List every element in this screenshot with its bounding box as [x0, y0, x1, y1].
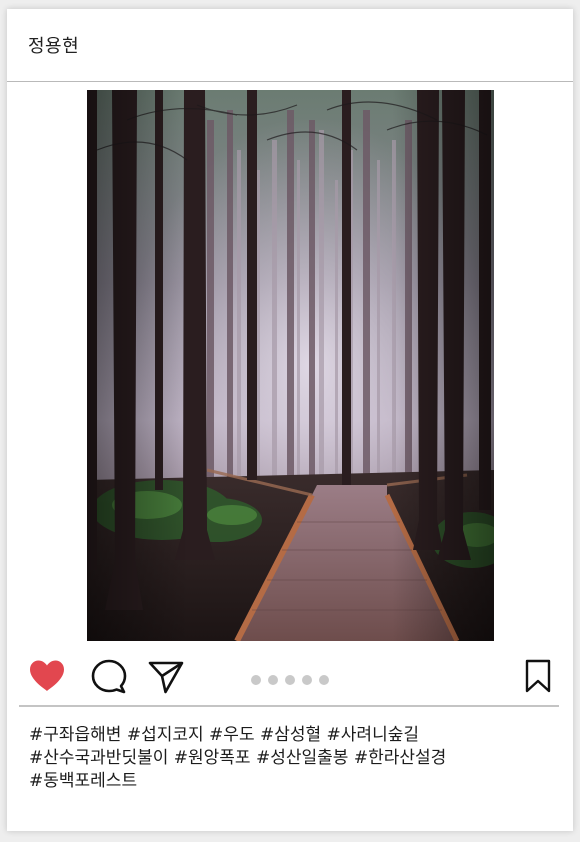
divider: [19, 705, 559, 707]
hashtag-line[interactable]: #구좌읍해변 #섭지코지 #우도 #삼성혈 #사려니숲길: [29, 724, 559, 747]
post-caption: #구좌읍해변 #섭지코지 #우도 #삼성혈 #사려니숲길 #산수국과반딧불이 #…: [29, 724, 559, 793]
carousel-dot[interactable]: [251, 675, 261, 685]
username[interactable]: 정용현: [28, 32, 79, 58]
heart-filled-icon[interactable]: [28, 659, 66, 693]
carousel-indicator: [251, 675, 329, 685]
hashtag-line[interactable]: #동백포레스트: [29, 770, 559, 793]
carousel-dot[interactable]: [302, 675, 312, 685]
carousel-dot[interactable]: [285, 675, 295, 685]
speech-bubble-icon[interactable]: [90, 657, 128, 695]
forest-photo-illustration: [87, 90, 494, 641]
carousel-dot[interactable]: [319, 675, 329, 685]
post-header: 정용현: [7, 9, 573, 82]
hashtag-line[interactable]: #산수국과반딧불이 #원앙폭포 #성산일출봉 #한라산설경: [29, 747, 559, 770]
post-card: 정용현 #구좌읍해변 #섭지코지 #우도 #삼성혈 #사려니숲길 #산수국과반딧…: [7, 9, 573, 831]
carousel-dot[interactable]: [268, 675, 278, 685]
post-photo[interactable]: [87, 90, 494, 641]
action-bar: [7, 649, 573, 705]
paper-plane-icon[interactable]: [147, 659, 185, 695]
bookmark-icon[interactable]: [523, 659, 553, 693]
